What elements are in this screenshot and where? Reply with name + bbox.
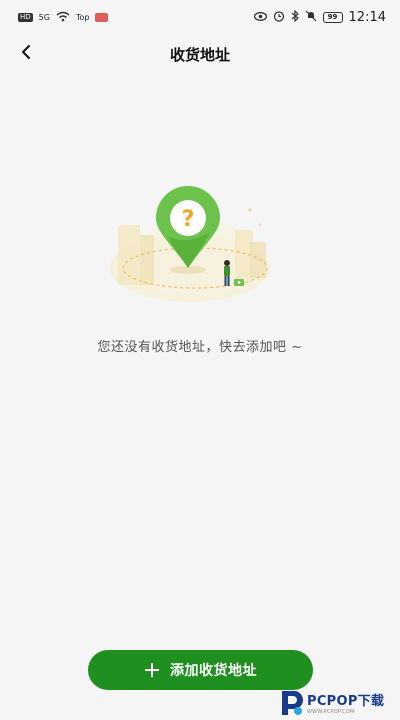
battery-icon: 99 <box>322 11 343 23</box>
mute-icon <box>305 10 317 24</box>
empty-message: 您还没有收货地址，快去添加吧 ~ <box>97 340 303 355</box>
eye-icon <box>253 11 267 23</box>
back-button[interactable] <box>12 40 40 68</box>
wifi-icon <box>56 11 70 24</box>
nav-bar: 收货地址 <box>0 34 400 74</box>
add-address-label: 添加收货地址 <box>170 663 257 679</box>
hd-badge: HD <box>18 12 33 22</box>
chevron-left-icon <box>20 44 32 64</box>
empty-illustration: ? <box>100 180 280 310</box>
signal-label: 5G <box>38 12 50 22</box>
svg-text:?: ? <box>182 207 195 232</box>
plus-icon <box>144 662 160 678</box>
network-speed: Top <box>75 12 90 22</box>
watermark-text: PCPOP下载 WWW.PCPOP.COM <box>307 690 384 715</box>
status-left: HD 5G Top <box>18 11 109 24</box>
watermark-url: WWW.PCPOP.COM <box>307 708 355 715</box>
page-title: 收货地址 <box>169 45 230 64</box>
watermark-brand: PCPOP下载 <box>307 693 385 709</box>
screen: HD 5G Top 99 12:14 收货地址 ? 您还没有收货地址，快去添加吧… <box>0 0 400 720</box>
status-bar: HD 5G Top 99 12:14 <box>0 0 400 34</box>
watermark: PCPOP下载 WWW.PCPOP.COM <box>278 684 400 720</box>
bluetooth-icon <box>291 9 299 24</box>
notification-icon <box>95 12 109 22</box>
pcpop-logo-icon <box>282 691 303 715</box>
alarm-icon <box>273 10 285 24</box>
status-right: 99 12:14 <box>253 9 386 25</box>
clock: 12:14 <box>348 9 386 25</box>
